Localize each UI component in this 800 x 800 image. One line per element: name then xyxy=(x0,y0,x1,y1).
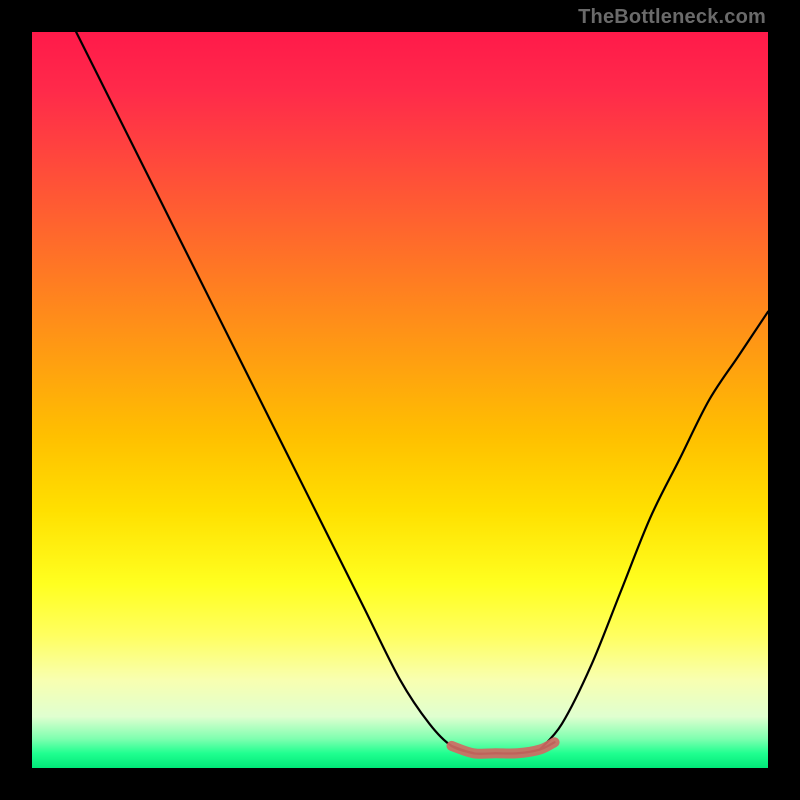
curves-svg xyxy=(32,32,768,768)
watermark-text: TheBottleneck.com xyxy=(578,6,766,29)
curve-right-branch xyxy=(540,312,768,750)
plot-area xyxy=(32,32,768,768)
basin-highlight xyxy=(452,742,555,754)
curve-left-branch xyxy=(76,32,473,753)
chart-frame: TheBottleneck.com xyxy=(0,0,800,800)
